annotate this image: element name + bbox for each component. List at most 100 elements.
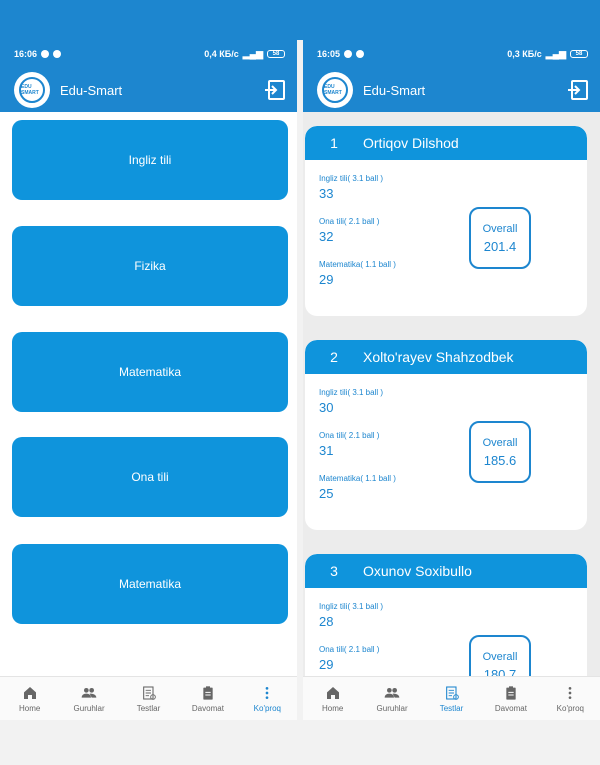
student-card[interactable]: 1 Ortiqov Dilshod Ingliz tili( 3.1 ball ) 3… [305,126,587,316]
nav-label: Davomat [191,703,224,713]
more-icon [568,686,572,699]
nav-item[interactable]: Davomat [178,677,237,720]
subject-score: Ingliz tili( 3.1 ball ) 33 [319,174,383,201]
battery-icon: 58 [267,50,285,58]
battery-icon: 58 [570,50,588,58]
logo-mark: EDU SMART [322,77,348,103]
subject-score: Ona tili( 2.1 ball ) 32 [319,217,379,244]
overall-label: Overall [482,222,518,235]
nav-label: Home [19,703,41,713]
subject-score: Ona tili( 2.1 ball ) 29 [319,645,379,672]
nav-label: Ko'proq [556,703,584,713]
app-title: Edu-Smart [60,82,123,98]
student-card[interactable]: 3 Oxunov Soxibullo Ingliz tili( 3.1 ball )… [305,554,587,676]
card-header: 1 Ortiqov Dilshod [305,126,587,160]
logout-icon[interactable] [566,78,590,102]
clipboard-icon [506,685,516,700]
subject-score: Matematika( 1.1 ball ) 25 [319,474,396,501]
nav-label: Guruhlar [73,703,105,713]
notification-icon [356,50,365,58]
nav-item[interactable]: Testlar [422,677,481,720]
top-band [0,0,600,40]
status-bar: 16:06 0,4 КБ/с ▂▄▆ 58 [0,40,297,68]
card-header: 2 Xolto'rayev Shahzodbek [305,340,587,374]
subject-button[interactable]: Ona tili [12,437,288,517]
score-value: 31 [319,443,334,458]
subject-score: Ingliz tili( 3.1 ball ) 30 [319,388,383,415]
more-icon [265,686,269,699]
score-value: 33 [319,186,334,201]
subject-button[interactable]: Matematika [12,332,288,412]
rank-number: 3 [330,563,338,579]
nav-label: Davomat [494,703,527,713]
overall-label: Overall [482,436,518,449]
nav-item[interactable]: Home [0,677,59,720]
score-label: Ona tili( 2.1 ball ) [319,431,380,440]
card-header: 3 Oxunov Soxibullo [305,554,587,588]
subject-button[interactable]: Fizika [12,226,288,306]
network-speed: 0,3 КБ/с [507,49,542,59]
student-name: Ortiqov Dilshod [363,135,459,151]
subject-button[interactable]: Ingliz tili [12,120,288,200]
subject-score: Ingliz tili( 3.1 ball ) 28 [319,602,383,629]
score-value: 29 [319,657,334,672]
score-value: 30 [319,400,334,415]
nav-label: Home [322,703,344,713]
nav-item[interactable]: Ko'proq [238,677,297,720]
score-label: Ona tili( 2.1 ball ) [319,645,380,654]
group-icon [81,687,97,698]
score-value: 32 [319,229,334,244]
subject-button[interactable]: Matematika [12,544,288,624]
ranking-list[interactable]: 1 Ortiqov Dilshod Ingliz tili( 3.1 ball ) 3… [303,112,600,676]
test-icon [445,685,459,700]
score-label: Ingliz tili( 3.1 ball ) [319,602,384,611]
bottom-nav: Home Guruhlar Testlar Davomat Ko'proq [0,676,297,720]
overall-box: Overall 180.7 [469,635,531,676]
rank-number: 1 [330,135,338,151]
overall-value: 180.7 [483,666,517,677]
rank-number: 2 [330,349,338,365]
nav-label: Testlar [136,703,161,713]
student-card[interactable]: 2 Xolto'rayev Shahzodbek Ingliz tili( 3.1 … [305,340,587,530]
score-label: Ona tili( 2.1 ball ) [319,217,380,226]
nav-item[interactable]: Ko'proq [541,677,600,720]
overall-value: 201.4 [483,238,517,254]
home-icon [23,686,36,699]
right-screen: 16:05 0,3 КБ/с ▂▄▆ 58 EDU SMART Edu-Smart … [303,40,600,720]
group-icon [384,687,400,698]
student-name: Oxunov Soxibullo [363,563,472,579]
overall-value: 185.6 [483,452,517,468]
nav-item[interactable]: Testlar [119,677,178,720]
nav-item[interactable]: Home [303,677,362,720]
app-title: Edu-Smart [363,82,426,98]
nav-item[interactable]: Davomat [481,677,540,720]
score-label: Ingliz tili( 3.1 ball ) [319,174,384,183]
nav-item[interactable]: Guruhlar [362,677,421,720]
score-value: 29 [319,272,334,287]
signal-icon: ▂▄▆ [545,48,566,59]
score-value: 28 [319,614,334,629]
subject-score: Ona tili( 2.1 ball ) 31 [319,431,379,458]
overall-label: Overall [482,650,518,663]
signal-icon: ▂▄▆ [242,48,263,59]
clipboard-icon [203,685,213,700]
app-bar: EDU SMART Edu-Smart [303,68,600,112]
status-time: 16:06 [14,49,38,59]
app-logo: EDU SMART [317,72,353,108]
network-speed: 0,4 КБ/с [204,49,239,59]
nav-label: Testlar [439,703,464,713]
status-time: 16:05 [317,49,341,59]
bottom-nav: Home Guruhlar Testlar Davomat Ko'proq [303,676,600,720]
overall-box: Overall 201.4 [469,207,531,269]
logout-icon[interactable] [263,78,287,102]
status-bar: 16:05 0,3 КБ/с ▂▄▆ 58 [303,40,600,68]
score-label: Ingliz tili( 3.1 ball ) [319,388,384,397]
logo-mark: EDU SMART [19,77,45,103]
score-label: Matematika( 1.1 ball ) [319,474,396,483]
student-name: Xolto'rayev Shahzodbek [363,349,514,365]
nav-item[interactable]: Guruhlar [59,677,118,720]
app-logo: EDU SMART [14,72,50,108]
subject-score: Matematika( 1.1 ball ) 29 [319,260,396,287]
subject-list: Ingliz tili Fizika Matematika Ona tili Matem… [0,112,297,676]
nav-label: Ko'proq [253,703,281,713]
